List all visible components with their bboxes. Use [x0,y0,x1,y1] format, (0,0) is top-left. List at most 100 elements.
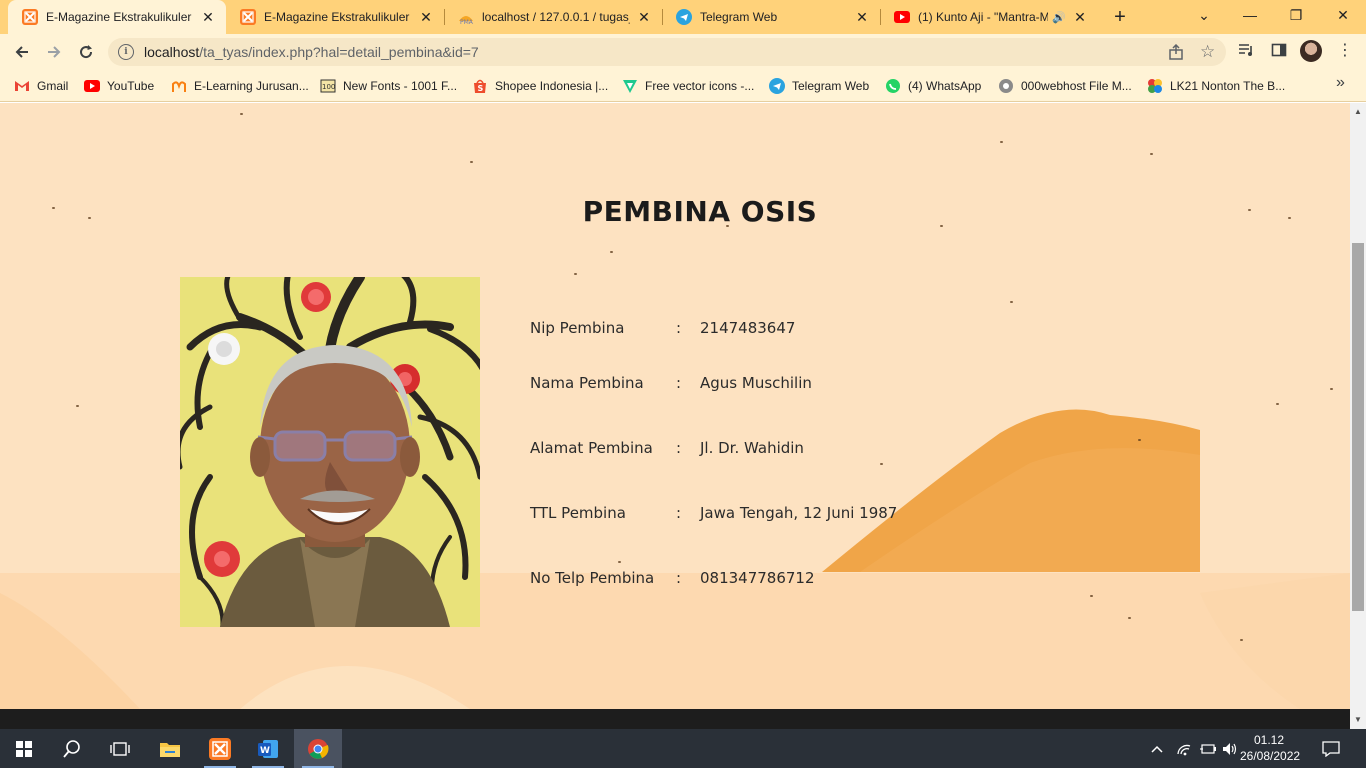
tab-emagazine[interactable]: E-Magazine Ekstrakulikuler ✕ [226,0,444,34]
field-value: Agus Muschilin [700,374,812,392]
start-icon[interactable] [0,729,48,768]
field-separator: : [676,374,682,392]
menu-icon[interactable]: ⋮ [1337,40,1353,60]
battery-icon[interactable] [1199,729,1217,768]
lk21-icon [1147,78,1163,94]
bookmark-label: E-Learning Jurusan... [194,79,309,93]
forward-icon[interactable] [40,38,68,66]
telegram-icon [769,78,785,94]
volume-icon[interactable] [1222,729,1238,768]
bookmark-whatsapp[interactable]: (4) WhatsApp [885,76,981,96]
field-label: Nip Pembina [530,319,625,337]
speaker-icon[interactable]: 🔊 [1052,11,1066,24]
address-bar[interactable]: i localhost/ta_tyas/index.php?hal=detail… [108,38,1226,66]
reload-icon[interactable] [72,38,100,66]
scroll-up-icon[interactable]: ▲ [1350,103,1366,119]
bookmark-label: YouTube [107,79,155,93]
word-icon[interactable]: W [244,729,292,768]
page-footer [0,709,1350,729]
close-icon[interactable]: ✕ [418,9,434,25]
tab-search-icon[interactable]: ⌄ [1181,0,1227,30]
close-icon[interactable]: ✕ [200,9,216,25]
share-icon[interactable] [1168,43,1184,64]
tab-phpmyadmin[interactable]: PMA localhost / 127.0.0.1 / tugas_ ✕ [444,0,662,34]
bookmark-label: Telegram Web [792,79,870,93]
bookmarks-bar: Gmail YouTube E-Learning Jurusan... 1001… [0,70,1366,102]
side-panel-icon[interactable] [1271,42,1287,62]
chevron-right-icon[interactable]: » [1336,74,1345,92]
field-label: Nama Pembina [530,374,644,392]
fonts-icon: 1001 [320,78,336,94]
clock-time: 01.12 [1253,733,1285,747]
url-host: localhost [144,44,200,60]
bookmark-label: Gmail [37,79,69,93]
tab-title: localhost / 127.0.0.1 / tugas_ [482,10,630,24]
svg-text:W: W [260,746,270,756]
restore-icon[interactable]: ❐ [1273,0,1319,30]
url-text: localhost/ta_tyas/index.php?hal=detail_p… [144,44,479,60]
field-value: Jl. Dr. Wahidin [700,439,804,457]
back-icon[interactable] [8,38,36,66]
telegram-icon [676,9,692,25]
avatar[interactable] [1300,40,1322,62]
bookmark-shopee[interactable]: S Shopee Indonesia |... [472,76,608,96]
svg-text:S: S [478,84,484,93]
system-clock[interactable]: 01.12 26/08/2022 [1240,732,1301,764]
bookmark-youtube[interactable]: YouTube [84,76,154,96]
clock-date: 26/08/2022 [1240,749,1301,763]
taskbar: W 01.12 26/08/2022 [0,729,1366,768]
field-value: 081347786712 [700,569,815,587]
bookmark-lk21[interactable]: LK21 Nonton The B... [1147,76,1285,96]
xampp-icon[interactable] [196,729,244,768]
chrome-icon[interactable] [294,729,342,768]
bookmark-label: LK21 Nonton The B... [1170,79,1286,93]
search-icon[interactable] [48,729,96,768]
bookmark-fonts[interactable]: 1001 New Fonts - 1001 F... [320,76,457,96]
bookmark-gmail[interactable]: Gmail [14,76,68,96]
elearning-icon [171,78,187,94]
youtube-icon [894,9,910,25]
page-title: PEMBINA OSIS [582,195,818,228]
svg-text:1001: 1001 [322,83,336,91]
tab-title: (1) Kunto Aji - "Mantra-M [918,10,1049,24]
close-icon[interactable]: ✕ [854,9,870,25]
bookmark-telegram[interactable]: Telegram Web [769,76,869,96]
field-separator: : [676,569,682,587]
close-icon[interactable]: ✕ [1072,9,1088,25]
bookmark-label: 000webhost File M... [1021,79,1132,93]
file-explorer-icon[interactable] [146,729,194,768]
tab-youtube[interactable]: (1) Kunto Aji - "Mantra-M 🔊 ✕ [880,0,1098,34]
close-icon[interactable]: ✕ [636,9,652,25]
bookmark-elearning[interactable]: E-Learning Jurusan... [171,76,309,96]
phpmyadmin-icon: PMA [458,9,474,25]
bookmark-label: New Fonts - 1001 F... [343,79,458,93]
tab-strip: E-Magazine Ekstrakulikuler ✕ E-Magazine … [0,0,1366,34]
tab-active[interactable]: E-Magazine Ekstrakulikuler ✕ [8,0,226,34]
webhost-icon [998,78,1014,94]
tab-telegram[interactable]: Telegram Web ✕ [662,0,880,34]
bookmark-flaticon[interactable]: Free vector icons -... [622,76,754,96]
bookmark-star-icon[interactable]: ☆ [1200,42,1215,62]
network-icon[interactable] [1176,729,1192,768]
gmail-icon [14,78,30,94]
page-content: PEMBINA OSIS Nip Pembina: 2147483647 Na… [0,103,1350,709]
notification-icon[interactable] [1322,729,1340,768]
task-view-icon[interactable] [96,729,144,768]
chevron-up-icon[interactable] [1150,729,1164,768]
scroll-thumb[interactable] [1352,243,1364,611]
field-value: 2147483647 [700,319,796,337]
field-label: No Telp Pembina [530,569,655,587]
shopee-icon: S [472,78,488,94]
vertical-scrollbar[interactable]: ▲ ▼ [1350,103,1366,729]
new-tab-button[interactable]: + [1108,5,1132,29]
scroll-down-icon[interactable]: ▼ [1350,711,1366,727]
tab-title: Telegram Web [700,10,778,24]
field-separator: : [676,439,682,457]
window-close-icon[interactable]: ✕ [1320,0,1366,30]
bookmark-webhost[interactable]: 000webhost File M... [998,76,1132,96]
minimize-icon[interactable]: — [1227,0,1273,30]
site-info-icon[interactable]: i [118,44,134,60]
url-path: /ta_tyas/index.php?hal=detail_pembina&id… [199,44,479,60]
media-control-icon[interactable] [1238,42,1254,62]
bookmark-label: (4) WhatsApp [908,79,982,93]
